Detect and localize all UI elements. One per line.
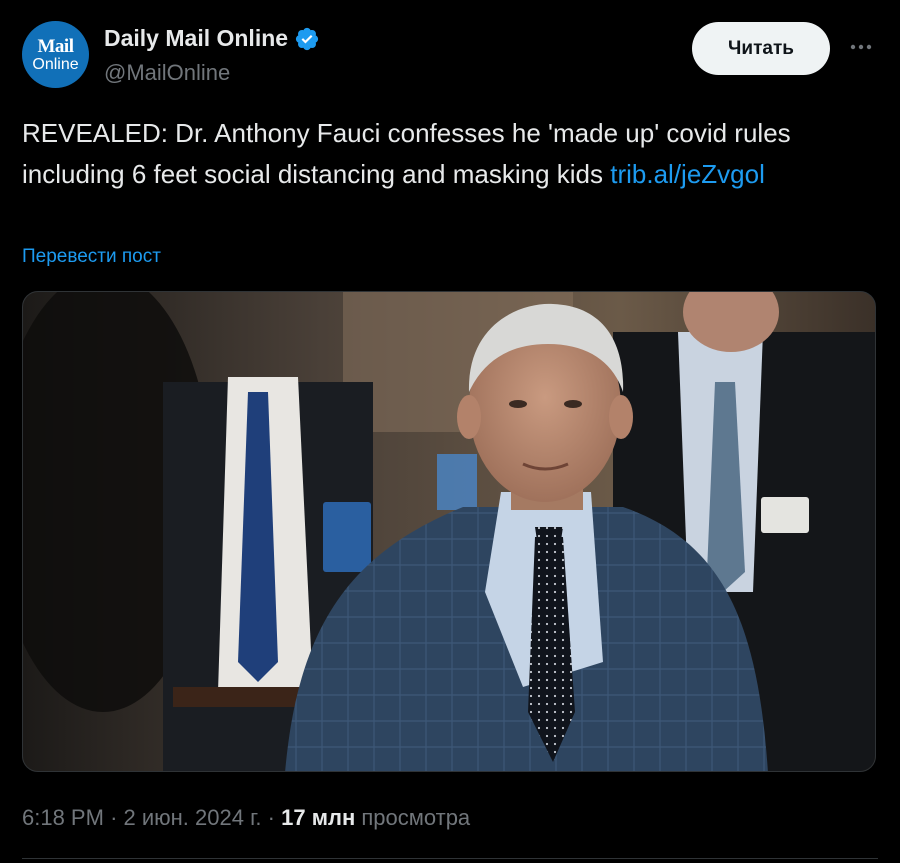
avatar-brand-bottom: Online (32, 55, 79, 73)
photo-illustration (23, 292, 875, 771)
meta-separator: · (110, 805, 118, 830)
tweet-photo[interactable] (22, 291, 876, 772)
author-name-text: Daily Mail Online (104, 25, 289, 51)
divider (22, 858, 878, 859)
tweet-meta: 6:18 PM · 2 июн. 2024 г. · 17 млн просмо… (22, 805, 470, 831)
author-handle[interactable]: @MailOnline (104, 60, 230, 86)
author-display-name[interactable]: Daily Mail Online (104, 25, 320, 52)
translate-post-link[interactable]: Перевести пост (22, 246, 161, 268)
verified-badge-icon (295, 27, 319, 50)
tweet-link[interactable]: trib.al/jeZvgol (610, 159, 765, 189)
meta-separator: · (267, 805, 275, 830)
follow-button[interactable]: Читать (692, 22, 830, 75)
avatar-brand-top: Mail (37, 35, 75, 57)
tweet-time[interactable]: 6:18 PM (22, 805, 104, 830)
views-label: просмотра (361, 805, 471, 830)
tweet-date[interactable]: 2 июн. 2024 г. (124, 805, 262, 830)
more-dots-icon[interactable] (846, 32, 876, 62)
views-count: 17 млн (281, 805, 356, 830)
tweet-text: REVEALED: Dr. Anthony Fauci confesses he… (22, 113, 872, 195)
author-avatar[interactable]: Mail Online (22, 21, 89, 88)
